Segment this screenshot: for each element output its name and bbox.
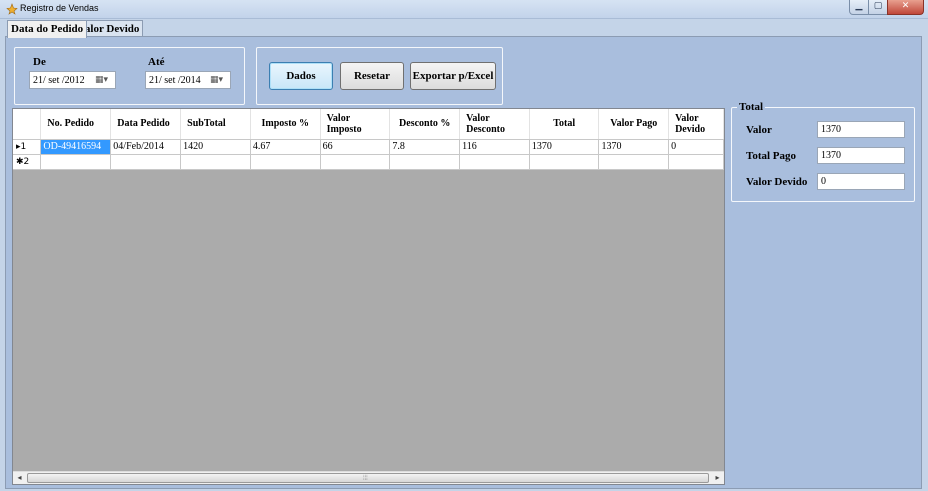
grid-cell[interactable]: OD-49416594 (40, 139, 112, 155)
calendar-dropdown-icon[interactable]: ▦▾ (210, 75, 226, 86)
valor-devido-label: Valor Devido (746, 176, 808, 188)
maximize-button[interactable]: ▢ (868, 0, 888, 15)
grid-cell[interactable] (110, 154, 182, 170)
grid-cell[interactable]: 116 (459, 139, 530, 155)
grid-cell[interactable] (180, 154, 251, 170)
orders-table: No. Pedido Data Pedido SubTotal Imposto … (13, 109, 724, 170)
grid-cell[interactable] (529, 154, 600, 170)
title-bar: Registro de Vendas ▁ ▢ ✕ (0, 0, 928, 19)
grid-cell[interactable] (40, 154, 112, 170)
valor-devido-field[interactable]: 0 (817, 173, 905, 190)
from-date-value: 21/ set /2012 (33, 75, 85, 86)
grid-cell[interactable]: 1370 (529, 139, 600, 155)
app-icon (6, 3, 18, 15)
tab-data-do-pedido[interactable]: Data do Pedido (7, 20, 88, 38)
totals-group: Total Valor 1370 Total Pago 1370 Valor D… (731, 101, 915, 202)
grid-cell[interactable]: 0 (668, 139, 724, 155)
tab-page-data-do-pedido: De 21/ set /2012 ▦▾ Até 21/ set /2014 ▦▾… (5, 36, 922, 489)
scroll-thumb[interactable]: ⦙⦙⦙ (27, 473, 709, 483)
valor-label: Valor (746, 124, 772, 136)
date-range-group: De 21/ set /2012 ▦▾ Até 21/ set /2014 ▦▾ (14, 47, 245, 105)
horizontal-scrollbar[interactable]: ◂ ⦙⦙⦙ ▸ (13, 471, 724, 484)
grid-cell[interactable] (668, 154, 724, 170)
grid-cell[interactable]: 04/Feb/2014 (110, 139, 182, 155)
to-date-value: 21/ set /2014 (149, 75, 201, 86)
resetar-button[interactable]: Resetar (340, 62, 404, 90)
close-button[interactable]: ✕ (887, 0, 924, 15)
row-header[interactable]: ✱2 (13, 154, 42, 170)
to-date-picker[interactable]: 21/ set /2014 ▦▾ (145, 71, 231, 89)
totals-legend: Total (737, 101, 766, 113)
export-excel-button[interactable]: Exportar p/Excel (410, 62, 496, 90)
grid-corner-cell[interactable] (13, 109, 42, 140)
valor-field[interactable]: 1370 (817, 121, 905, 138)
grid-cell[interactable]: 1420 (180, 139, 251, 155)
from-date-label: De (33, 56, 46, 68)
column-header[interactable]: Valor Imposto (320, 109, 391, 140)
scroll-right-icon[interactable]: ▸ (711, 472, 724, 484)
column-header[interactable]: Valor Pago (598, 109, 670, 140)
grid-cell[interactable] (250, 154, 321, 170)
column-header[interactable]: Imposto % (250, 109, 321, 140)
total-pago-field[interactable]: 1370 (817, 147, 905, 164)
column-header[interactable]: Desconto % (389, 109, 461, 140)
minimize-button[interactable]: ▁ (849, 0, 869, 15)
actions-group: Dados Resetar Exportar p/Excel (256, 47, 503, 105)
grid-cell[interactable] (598, 154, 670, 170)
grid-cell[interactable]: 1370 (598, 139, 670, 155)
column-header[interactable]: Data Pedido (110, 109, 182, 140)
grid-cell[interactable] (389, 154, 461, 170)
from-date-picker[interactable]: 21/ set /2012 ▦▾ (29, 71, 116, 89)
window-title: Registro de Vendas (20, 3, 99, 13)
grid-cell[interactable]: 4.67 (250, 139, 321, 155)
table-row[interactable]: ▸1 OD-49416594 04/Feb/2014 1420 4.67 66 … (13, 139, 724, 155)
scroll-grip-icon: ⦙⦙⦙ (363, 474, 368, 482)
column-header[interactable]: No. Pedido (40, 109, 112, 140)
calendar-dropdown-icon[interactable]: ▦▾ (95, 75, 111, 86)
column-header[interactable]: Valor Devido (668, 109, 724, 140)
to-date-label: Até (148, 56, 165, 68)
orders-grid[interactable]: No. Pedido Data Pedido SubTotal Imposto … (12, 108, 725, 485)
total-pago-label: Total Pago (746, 150, 797, 162)
grid-cell[interactable] (459, 154, 530, 170)
dados-button[interactable]: Dados (269, 62, 333, 90)
table-row-new[interactable]: ✱2 (13, 154, 724, 170)
column-header[interactable]: SubTotal (180, 109, 251, 140)
row-header[interactable]: ▸1 (13, 139, 42, 155)
grid-cell[interactable]: 66 (320, 139, 391, 155)
column-header[interactable]: Valor Desconto (459, 109, 530, 140)
grid-cell[interactable]: 7.8 (389, 139, 461, 155)
scroll-left-icon[interactable]: ◂ (13, 472, 26, 484)
column-header[interactable]: Total (529, 109, 600, 140)
grid-cell[interactable] (320, 154, 391, 170)
grid-header-row: No. Pedido Data Pedido SubTotal Imposto … (13, 109, 724, 140)
